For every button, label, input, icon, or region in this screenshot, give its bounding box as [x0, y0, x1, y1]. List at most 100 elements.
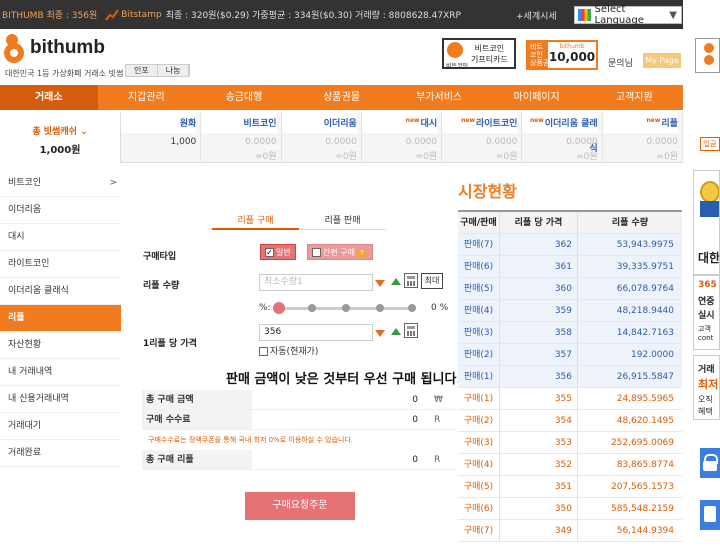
cell-label: 판매(6)	[463, 262, 494, 272]
increase-arrow-icon[interactable]	[391, 328, 401, 335]
mypage-button[interactable]: My Page	[643, 53, 681, 68]
sidebar-item-ethereum[interactable]: 이더리움	[0, 197, 121, 224]
logo-text: bithumb	[30, 37, 105, 58]
tab-sell[interactable]: 리플 판매	[299, 212, 386, 230]
side-ad-service[interactable]: 365 연중 실시 고객 cont	[693, 275, 720, 350]
increase-arrow-icon[interactable]	[391, 278, 401, 285]
sidebar-item-dash[interactable]: 대시	[0, 224, 121, 251]
table-row[interactable]: 구매(4) 352 83,865.8774	[458, 454, 682, 476]
device-icon[interactable]	[700, 500, 720, 530]
side-ad-fee[interactable]: 거래 최저 오직 혜택	[693, 355, 720, 420]
cell-price: 353	[499, 432, 577, 453]
bitstamp-label[interactable]: Bitstamp	[121, 10, 161, 20]
summary-value: 0	[412, 414, 418, 425]
slider-stop[interactable]	[376, 304, 384, 312]
submit-order-button[interactable]: 구매요청주문	[245, 492, 355, 520]
cell-qty: 48,620.1495	[577, 410, 682, 431]
table-row[interactable]: 판매(7) 362 53,943.9975	[458, 234, 682, 256]
table-row[interactable]: 구매(5) 351 207,565.1573	[458, 476, 682, 498]
cell-label: 판매(1)	[463, 372, 494, 382]
sidebar-item-assets[interactable]: 자산현황	[0, 332, 121, 359]
type-simple-option[interactable]: 간편 구매?	[307, 244, 373, 260]
percent-value: 0 %	[431, 303, 449, 313]
max-button[interactable]: 최대	[421, 273, 443, 289]
lock-icon[interactable]	[700, 448, 720, 478]
asset-krw: ≈0원	[415, 152, 438, 162]
cell-qty: 56,144.9394	[577, 520, 682, 541]
chevron-down-icon: ▼	[669, 9, 677, 21]
auto-price-option[interactable]: 자동(현재가)	[259, 344, 318, 357]
slider-handle[interactable]	[273, 302, 285, 314]
sidebar-item-litecoin[interactable]: 라이트코인	[0, 251, 121, 278]
table-row[interactable]: 구매(6) 350 585,548.2159	[458, 498, 682, 520]
cash-summary[interactable]: 총 빗썸캐쉬 ⌄ 1,000원	[0, 112, 121, 163]
sidebar-item-my-trades[interactable]: 내 거래내역	[0, 359, 121, 386]
asset-amount: 0.0000	[646, 137, 678, 147]
price-label: 1리플 당 가격	[143, 339, 197, 349]
cell-label: 구매(7)	[463, 526, 494, 536]
side-ad-award[interactable]: 대한	[693, 170, 720, 275]
nav-mypage[interactable]: 마이페이지	[488, 85, 586, 110]
nav-exchange[interactable]: 거래소	[0, 85, 98, 110]
info-button[interactable]: 인포	[126, 65, 158, 76]
nav-support[interactable]: 고객지원	[585, 85, 683, 110]
nav-giftshop[interactable]: 상품권몰	[293, 85, 391, 110]
slider-stop[interactable]	[408, 304, 416, 312]
calculator-icon[interactable]	[404, 273, 418, 288]
nav-remit[interactable]: 송금대행	[195, 85, 293, 110]
header-side: 구매/판매	[460, 218, 497, 228]
help-icon[interactable]: ?	[357, 249, 366, 258]
side-banner-coins[interactable]	[695, 38, 720, 73]
table-row[interactable]: 구매(1) 355 24,895.5965	[458, 388, 682, 410]
sidebar-item-ethereum-classic[interactable]: 이더리움 클래식	[0, 278, 121, 305]
cell-price: 357	[499, 344, 577, 365]
giftcard-banner[interactable]: 비트코인 기프티카드 비트코인	[442, 38, 516, 70]
world-price-link[interactable]: +세계시세	[516, 9, 557, 22]
table-row[interactable]: 구매(2) 354 48,620.1495	[458, 410, 682, 432]
decrease-arrow-icon[interactable]	[375, 280, 385, 287]
voucher-brand: bithumb	[559, 43, 585, 50]
chevron-right-icon: >	[109, 178, 117, 188]
bithumb-logo[interactable]: bithumb	[4, 34, 105, 63]
qty-input[interactable]: 최소수량1	[259, 274, 373, 291]
decrease-arrow-icon[interactable]	[375, 330, 385, 337]
deposit-tag[interactable]: 입금	[700, 137, 720, 151]
slider-stop[interactable]	[308, 304, 316, 312]
table-row[interactable]: 판매(3) 358 14,842.7163	[458, 322, 682, 344]
nav-wallet[interactable]: 지갑관리	[98, 85, 196, 110]
cell-label: 구매(2)	[463, 416, 494, 426]
nav-extra[interactable]: 부가서비스	[390, 85, 488, 110]
language-select[interactable]: Select Language ▼	[574, 4, 682, 26]
cell-price: 360	[499, 278, 577, 299]
table-row[interactable]: 판매(6) 361 39,335.9751	[458, 256, 682, 278]
table-row[interactable]: 구매(3) 353 252,695.0069	[458, 432, 682, 454]
ribbon-icon	[700, 201, 719, 217]
summary-unit: R	[434, 454, 441, 465]
order-tabs: 리플 구매 리플 판매	[212, 212, 386, 230]
cell-price: 361	[499, 256, 577, 277]
table-row[interactable]: 판매(5) 360 66,078.9764	[458, 278, 682, 300]
tab-buy[interactable]: 리플 구매	[212, 212, 299, 230]
sidebar-item-bitcoin[interactable]: 비트코인 >	[0, 170, 121, 197]
percent-slider[interactable]	[273, 302, 416, 314]
cell-price: 352	[499, 454, 577, 475]
table-row[interactable]: 구매(7) 349 56,144.9394	[458, 520, 682, 542]
sidebar-item-completed[interactable]: 거래완료	[0, 440, 121, 467]
table-row[interactable]: 판매(1) 356 26,915.5847	[458, 366, 682, 388]
share-button[interactable]: 나눔	[158, 65, 190, 76]
voucher-banner[interactable]: 비트 코인 상품권 bithumb 10,000	[526, 40, 598, 70]
calculator-icon[interactable]	[404, 323, 418, 338]
side-ad-line: 오직	[698, 395, 713, 404]
bithumb-price: BITHUMB 최종 : 356원	[2, 11, 98, 21]
coin-icon	[704, 55, 714, 65]
sidebar-item-my-credit-trades[interactable]: 내 신용거래내역	[0, 386, 121, 413]
type-normal-option[interactable]: ✓ 일반	[260, 244, 296, 260]
sidebar-item-ripple[interactable]: 리플	[0, 305, 121, 332]
bitstamp-chart-icon	[105, 8, 120, 21]
slider-stop[interactable]	[342, 304, 350, 312]
table-row[interactable]: 판매(4) 359 48,218.9440	[458, 300, 682, 322]
price-input[interactable]: 356	[259, 324, 373, 341]
sidebar-item-pending[interactable]: 거래대기	[0, 413, 121, 440]
summary-row-qty: 총 구매 리플 0 R	[142, 450, 456, 470]
table-row[interactable]: 판매(2) 357 192.0000	[458, 344, 682, 366]
